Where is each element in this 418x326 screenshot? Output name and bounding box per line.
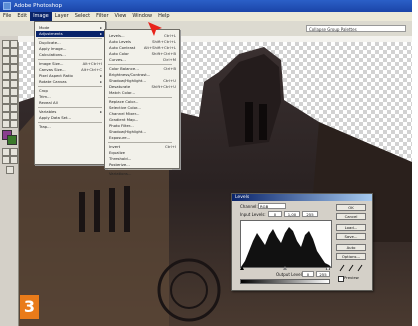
levels-dialog-title: Levels (232, 194, 372, 201)
image-menu-shortcut: ▸ (100, 31, 102, 36)
lasso-tool-icon[interactable] (2, 48, 10, 56)
image-menu-dropdown: Mode ▸ Adjustments ▸ Duplicate... Apply Image… (34, 21, 106, 165)
palette-well-field[interactable]: Collapse Group Palettes (306, 25, 406, 32)
menu-separator (38, 107, 102, 108)
right-margin (412, 0, 418, 326)
menu-separator (108, 142, 172, 143)
adjustments-shortcut: Ctrl+B (163, 66, 176, 71)
image-menu-item[interactable]: Reveal All (39, 100, 58, 106)
output-black-field[interactable]: 0 (302, 271, 314, 277)
history-brush-tool-icon[interactable] (10, 72, 18, 80)
input-levels-label: Input Levels: (240, 212, 266, 217)
image-menu-shortcut: Alt+Ctrl+C (81, 67, 102, 72)
menu-layer[interactable]: Layer (52, 12, 72, 21)
menu-view[interactable]: View (112, 12, 130, 21)
menu-image[interactable]: Image (30, 12, 52, 21)
title-bar: Adobe Photoshop (0, 0, 412, 12)
adjustments-submenu: Levels... Ctrl+L Auto Levels Shift+Ctrl+L Au… (104, 29, 180, 176)
photoshop-app-icon (3, 2, 11, 10)
preview-label: Preview (344, 275, 359, 280)
shape-tool-icon[interactable] (10, 104, 18, 112)
cancel-button[interactable]: Cancel (336, 213, 366, 220)
menu-file[interactable]: File (0, 12, 14, 21)
menu-edit[interactable]: Edit (14, 12, 30, 21)
options-button[interactable]: Options... (336, 253, 366, 260)
image-menu-item[interactable]: Calculations... (39, 52, 66, 58)
photoshop-window: Adobe Photoshop File Edit Image Layer Se… (0, 0, 412, 326)
marquee-tool-icon[interactable] (2, 40, 10, 48)
crop-tool-icon[interactable] (2, 56, 10, 64)
menu-separator (108, 64, 172, 65)
menu-separator (108, 97, 172, 98)
load-button[interactable]: Load... (336, 224, 366, 231)
move-tool-icon[interactable] (10, 40, 18, 48)
eyedropper-tool-icon[interactable] (10, 112, 18, 120)
pen-tool-icon[interactable] (2, 104, 10, 112)
channel-label: Channel: (240, 204, 258, 209)
image-menu-shortcut: ▸ (100, 109, 102, 114)
adjustments-shortcut: Ctrl+M (162, 57, 176, 62)
output-levels-label: Output Levels: (276, 272, 306, 277)
zoom-tool-icon[interactable] (10, 120, 18, 128)
window-title: Adobe Photoshop (14, 3, 63, 9)
adjustments-item[interactable]: Posterize... (109, 162, 130, 168)
image-menu-item[interactable]: Trap... (39, 124, 51, 130)
adjustments-item[interactable]: Exposure... (109, 135, 130, 141)
input-slider-track[interactable] (240, 266, 330, 270)
adjustments-item[interactable]: Match Color... (109, 90, 135, 96)
channel-select[interactable]: RGB (258, 203, 286, 209)
eraser-tool-icon[interactable] (2, 80, 10, 88)
image-menu-item[interactable]: Apply Data Set... (39, 115, 71, 121)
step-number-badge: 3 (20, 295, 39, 319)
brush-tool-icon[interactable] (10, 64, 18, 72)
output-gradient-bar[interactable] (240, 279, 330, 284)
background-color-swatch[interactable] (7, 135, 17, 145)
menu-separator (108, 169, 172, 170)
hand-tool-icon[interactable] (2, 120, 10, 128)
dodge-tool-icon[interactable] (10, 88, 18, 96)
eyedroppers-icon[interactable] (338, 264, 364, 272)
levels-histogram[interactable] (240, 220, 332, 268)
pointer-arrow-icon (148, 22, 162, 36)
menu-filter[interactable]: Filter (93, 12, 111, 21)
jump-to-imageready-icon[interactable] (6, 166, 14, 174)
type-tool-icon[interactable] (10, 96, 18, 104)
levels-dialog: Levels Channel: RGB Input Levels: 0 1,00… (231, 193, 373, 291)
menu-separator (38, 86, 102, 87)
adjustments-item[interactable]: Variations... (109, 171, 131, 177)
image-menu-item[interactable]: Rotate Canvas (39, 79, 67, 85)
gradient-tool-icon[interactable] (10, 80, 18, 88)
image-menu-shortcut: ▸ (100, 79, 102, 84)
menu-separator (38, 122, 102, 123)
path-selection-tool-icon[interactable] (2, 96, 10, 104)
quick-mask-mode-icon[interactable] (10, 148, 18, 156)
auto-button[interactable]: Auto (336, 244, 366, 251)
standard-mode-icon[interactable] (2, 148, 10, 156)
screen-mode-icon[interactable] (2, 156, 10, 164)
input-black-field[interactable]: 0 (268, 211, 282, 217)
menu-separator (38, 59, 102, 60)
output-white-field[interactable]: 255 (316, 271, 330, 277)
menu-bar: File Edit Image Layer Select Filter View… (0, 12, 412, 21)
toolbox (0, 36, 19, 326)
clone-stamp-tool-icon[interactable] (2, 72, 10, 80)
magic-wand-tool-icon[interactable] (10, 48, 18, 56)
full-screen-mode-icon[interactable] (10, 156, 18, 164)
ok-button[interactable]: OK (336, 204, 366, 211)
image-menu-item[interactable]: Adjustments (39, 31, 63, 37)
notes-tool-icon[interactable] (2, 112, 10, 120)
blur-tool-icon[interactable] (2, 88, 10, 96)
save-button[interactable]: Save... (336, 233, 366, 240)
menu-separator (38, 38, 102, 39)
slice-tool-icon[interactable] (10, 56, 18, 64)
healing-brush-tool-icon[interactable] (2, 64, 10, 72)
input-gamma-field[interactable]: 1,00 (284, 211, 300, 217)
adjustments-item[interactable]: Curves... (109, 57, 126, 63)
menu-select[interactable]: Select (72, 12, 93, 21)
adjustments-shortcut: Shift+Ctrl+U (151, 84, 176, 89)
adjustments-shortcut: Ctrl+I (164, 144, 176, 149)
input-white-field[interactable]: 255 (302, 211, 318, 217)
